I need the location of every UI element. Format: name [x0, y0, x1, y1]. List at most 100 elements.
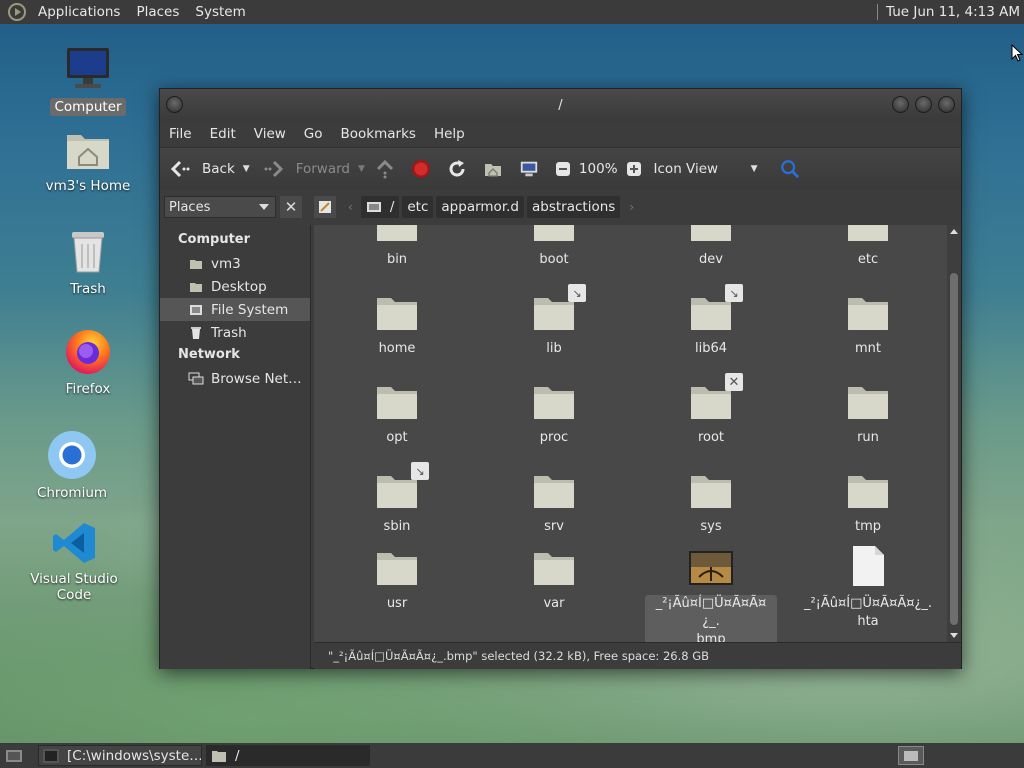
- desktop-icon-chromium[interactable]: Chromium: [12, 430, 132, 502]
- zoom-in-button[interactable]: [624, 159, 644, 179]
- menu-help[interactable]: Help: [425, 126, 474, 142]
- file-item-hta[interactable]: _²¡Ãû¤Í□Ü¤Ã¤Ã¤¿_. hta: [798, 546, 938, 631]
- folder-icon: [375, 225, 419, 247]
- window-menu-button[interactable]: [166, 96, 183, 113]
- zoom-out-button[interactable]: [553, 159, 573, 179]
- vertical-scrollbar[interactable]: [947, 225, 961, 642]
- desktop-icon-firefox[interactable]: Firefox: [28, 326, 148, 398]
- file-item[interactable]: boot: [484, 225, 624, 269]
- sidebar-type-select[interactable]: Places: [164, 196, 276, 218]
- sidebar-item-browse-network[interactable]: Browse Net…: [160, 367, 310, 390]
- sidebar-item-desktop[interactable]: Desktop: [160, 275, 310, 298]
- scroll-down-icon[interactable]: [950, 633, 958, 638]
- file-item[interactable]: etc: [798, 225, 938, 269]
- zoom-in-icon: [624, 159, 644, 179]
- desktop-icon-label: Trash: [70, 281, 106, 297]
- file-item[interactable]: proc: [484, 385, 624, 447]
- toggle-location-entry-button[interactable]: [314, 196, 336, 218]
- sidebar-item-trash[interactable]: Trash: [160, 321, 310, 344]
- taskbar-button-terminal[interactable]: [C:\windows\syste…: [38, 745, 202, 766]
- system-menu[interactable]: System: [187, 0, 253, 24]
- workspace-switcher[interactable]: [898, 746, 924, 765]
- search-button[interactable]: [780, 159, 800, 179]
- path-crumb[interactable]: abstractions: [527, 196, 621, 218]
- folder-icon: [532, 551, 576, 591]
- file-item-selected-bmp[interactable]: _²¡Ãû¤Í□Ü¤Ã¤Ã¤¿_. bmp: [641, 551, 781, 642]
- chevron-down-icon: [259, 204, 269, 210]
- file-item[interactable]: sys: [641, 474, 781, 536]
- close-icon: ✕: [284, 198, 298, 216]
- desktop-icon-computer[interactable]: Computer: [28, 44, 148, 116]
- desktop-icon-vscode[interactable]: Visual Studio Code: [14, 520, 134, 604]
- desktop-icon-label: Firefox: [65, 381, 111, 397]
- symlink-emblem-icon: ↘: [411, 462, 429, 480]
- file-item[interactable]: ↘ lib64: [641, 284, 781, 358]
- folder-icon: [846, 474, 890, 514]
- home-icon: [483, 159, 503, 179]
- path-crumb[interactable]: apparmor.d: [436, 196, 524, 218]
- close-button[interactable]: [938, 96, 955, 113]
- file-item[interactable]: bin: [327, 225, 467, 269]
- folder-icon: [689, 225, 733, 247]
- network-icon: [188, 371, 204, 387]
- sidebar-item-file-system[interactable]: File System: [160, 298, 310, 321]
- menu-edit[interactable]: Edit: [201, 126, 245, 142]
- folder-icon: [375, 551, 419, 591]
- taskbar-button-file-manager[interactable]: /: [206, 745, 370, 766]
- scroll-up-icon[interactable]: [950, 229, 958, 234]
- file-item[interactable]: ✕ root: [641, 373, 781, 447]
- menu-bookmarks[interactable]: Bookmarks: [332, 126, 425, 142]
- mate-menu-icon[interactable]: [8, 3, 26, 21]
- applications-menu[interactable]: Applications: [30, 0, 128, 24]
- home-button[interactable]: [483, 159, 503, 179]
- stop-button[interactable]: [411, 159, 431, 179]
- file-item[interactable]: ↘ sbin: [327, 462, 467, 536]
- minimize-button[interactable]: [892, 96, 909, 113]
- file-item[interactable]: home: [327, 296, 467, 358]
- location-bar: Places ✕ ‹ / etc apparmor.d abstractions…: [160, 189, 961, 225]
- show-desktop-icon[interactable]: [4, 748, 24, 764]
- firefox-icon: [63, 326, 113, 376]
- status-bar: "_²¡Ãû¤Í□Ü¤Ã¤Ã¤¿_.bmp" selected (32.2 kB…: [314, 642, 961, 669]
- desktop-icon-label: Chromium: [36, 485, 108, 501]
- sidebar-item-vm3[interactable]: vm3: [160, 252, 310, 275]
- file-item[interactable]: run: [798, 385, 938, 447]
- file-item[interactable]: usr: [327, 551, 467, 613]
- file-item[interactable]: opt: [327, 385, 467, 447]
- file-icon-view[interactable]: bin boot dev etc home ↘ lib ↘ lib64 mnt op…: [314, 225, 961, 642]
- zoom-level[interactable]: 100%: [579, 161, 618, 177]
- maximize-button[interactable]: [915, 96, 932, 113]
- file-item[interactable]: dev: [641, 225, 781, 269]
- file-item[interactable]: tmp: [798, 474, 938, 536]
- titlebar[interactable]: /: [160, 89, 961, 121]
- view-mode-select[interactable]: Icon View ▼: [654, 161, 758, 177]
- forward-button[interactable]: Forward ▼: [264, 159, 365, 179]
- file-item[interactable]: var: [484, 551, 624, 613]
- close-sidebar-button[interactable]: ✕: [280, 196, 302, 218]
- file-item[interactable]: srv: [484, 474, 624, 536]
- scrollbar-thumb[interactable]: [950, 273, 958, 625]
- menu-go[interactable]: Go: [295, 126, 332, 142]
- desktop-icon-home[interactable]: vm3's Home: [28, 127, 148, 195]
- workspace-icon: [904, 750, 918, 761]
- menu-file[interactable]: File: [160, 126, 201, 142]
- up-button[interactable]: [375, 159, 395, 179]
- desktop-icon-trash[interactable]: Trash: [28, 228, 148, 298]
- clock[interactable]: Tue Jun 11, 4:13 AM: [886, 4, 1024, 20]
- places-menu[interactable]: Places: [128, 0, 187, 24]
- folder-icon: ↘: [689, 284, 743, 336]
- home-folder-icon: [63, 127, 113, 173]
- reload-button[interactable]: [447, 159, 467, 179]
- back-button[interactable]: Back ▼: [170, 159, 250, 179]
- computer-icon: [63, 44, 113, 94]
- file-item[interactable]: ↘ lib: [484, 284, 624, 358]
- computer-button[interactable]: [519, 159, 539, 179]
- file-item[interactable]: mnt: [798, 296, 938, 358]
- path-scroll-right-icon[interactable]: ›: [629, 200, 634, 214]
- path-crumb-root[interactable]: /: [360, 196, 400, 218]
- menu-view[interactable]: View: [245, 126, 295, 142]
- chevron-down-icon[interactable]: ▼: [243, 164, 250, 174]
- path-scroll-left-icon[interactable]: ‹: [348, 200, 353, 214]
- chevron-down-icon[interactable]: ▼: [358, 164, 365, 174]
- path-crumb[interactable]: etc: [402, 196, 434, 218]
